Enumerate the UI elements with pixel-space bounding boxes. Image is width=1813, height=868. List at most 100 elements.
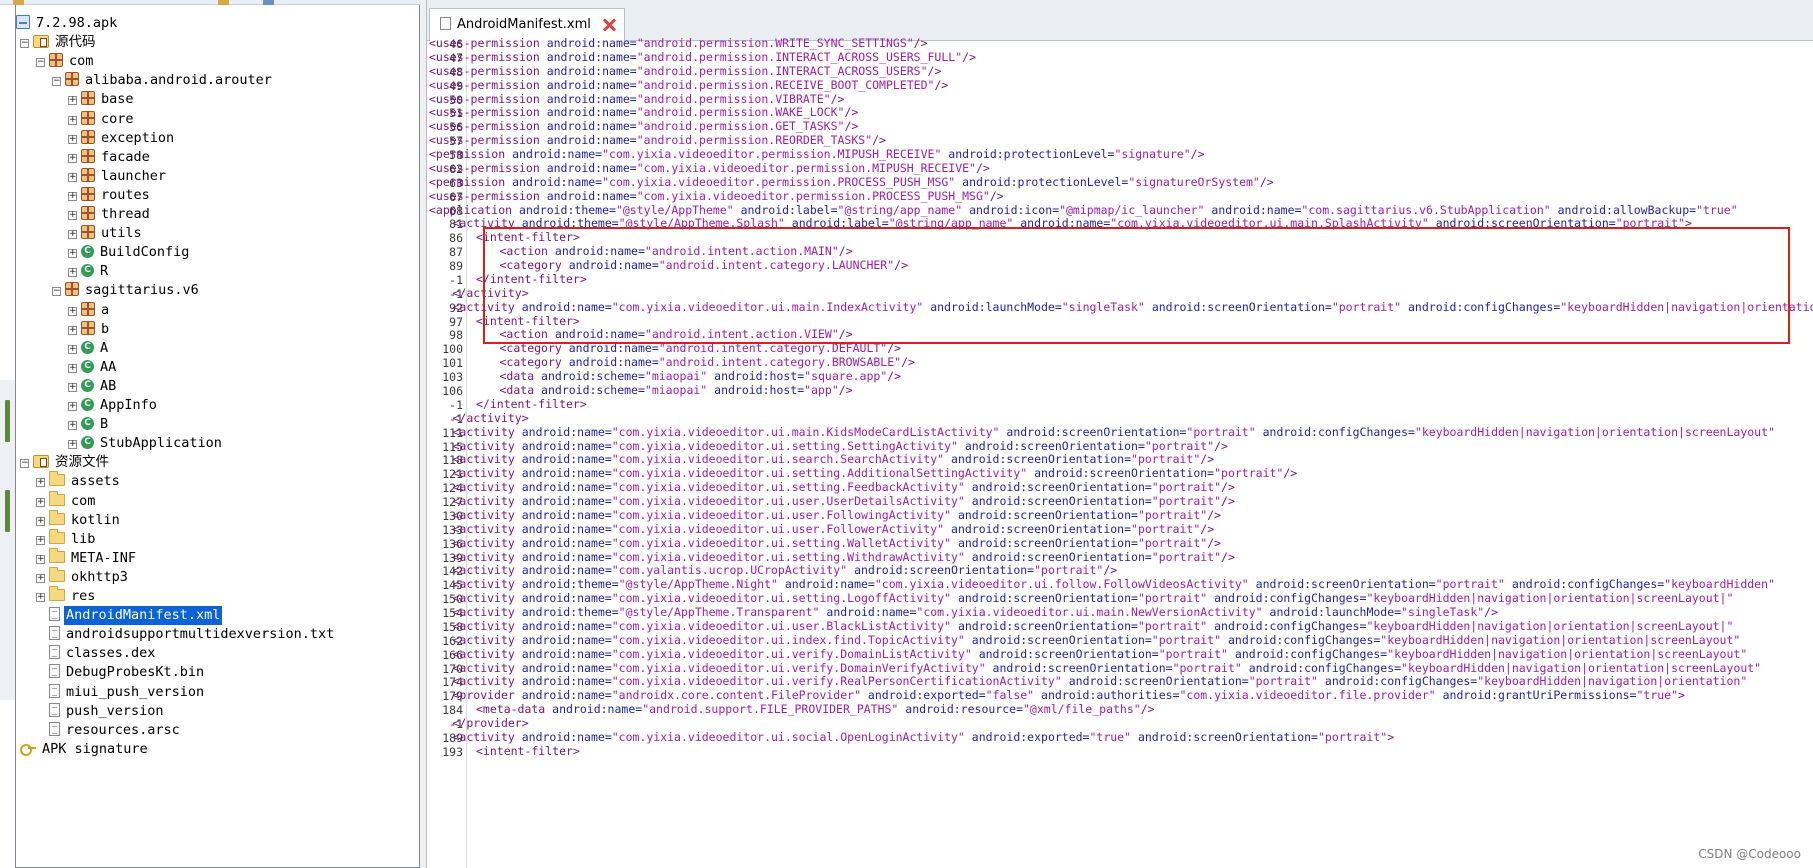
expand-icon[interactable]: +: [36, 478, 45, 488]
tree-node-base[interactable]: + base: [68, 90, 136, 109]
tree-class-appinfo[interactable]: + AppInfo: [68, 396, 159, 415]
expand-icon[interactable]: +: [68, 153, 77, 163]
tree-node-routes[interactable]: + routes: [68, 186, 152, 205]
tree-class-a[interactable]: +A: [68, 339, 110, 358]
expand-icon[interactable]: +: [68, 134, 77, 144]
tree-node-thread[interactable]: + thread: [68, 205, 152, 224]
xml-attribute: android:configChanges=: [1317, 674, 1478, 689]
tree-node-pkg-a[interactable]: + a: [68, 301, 111, 320]
tree-node-com[interactable]: − com: [36, 52, 95, 71]
tree-folder-lib[interactable]: + lib: [36, 528, 97, 549]
package-icon: [81, 167, 95, 182]
xml-attribute: android:name=: [514, 591, 612, 606]
expand-icon[interactable]: +: [68, 344, 77, 354]
tree-file-miui-push-version[interactable]: miui_push_version: [36, 683, 206, 702]
collapse-icon[interactable]: −: [20, 459, 29, 469]
collapse-icon[interactable]: −: [20, 39, 29, 49]
xml-attribute: android:host=: [707, 369, 805, 384]
package-icon: [81, 129, 95, 144]
expand-icon[interactable]: +: [68, 115, 77, 125]
expand-icon[interactable]: +: [36, 573, 45, 583]
tree-file-classes-dex[interactable]: classes.dex: [36, 644, 157, 663]
expand-icon[interactable]: +: [36, 516, 45, 526]
file-icon: [440, 17, 451, 30]
expand-icon[interactable]: +: [68, 382, 77, 392]
tree-node-apk-signature[interactable]: APK signature: [20, 740, 150, 759]
tree-node-facade[interactable]: + facade: [68, 148, 152, 167]
tree-node-launcher[interactable]: + launcher: [68, 167, 168, 186]
tree-folder-kotlin[interactable]: + kotlin: [36, 509, 122, 530]
expand-icon[interactable]: +: [68, 325, 77, 335]
xml-tag: />: [844, 119, 859, 134]
package-icon: [81, 225, 95, 240]
expand-icon[interactable]: +: [36, 593, 45, 602]
tree-label: res: [71, 588, 96, 604]
tree-label: miui_push_version: [66, 683, 205, 700]
tree-node-pkg-b[interactable]: + b: [68, 320, 111, 339]
expand-icon[interactable]: +: [68, 363, 77, 373]
expand-icon[interactable]: +: [36, 554, 45, 564]
tree-file-androidmanifest-xml[interactable]: AndroidManifest.xml: [36, 605, 224, 627]
collapse-icon[interactable]: −: [52, 287, 61, 297]
tree-node-exception[interactable]: + exception: [68, 129, 176, 148]
expand-icon[interactable]: +: [36, 535, 45, 545]
folder-icon: [49, 509, 65, 525]
tree-file-resources-arsc[interactable]: resources.arsc: [36, 721, 182, 740]
tree-class-r[interactable]: +R: [68, 262, 110, 281]
tree-class-ab[interactable]: + AB: [68, 377, 118, 396]
expand-icon[interactable]: +: [68, 268, 77, 278]
collapse-icon[interactable]: −: [36, 58, 45, 68]
tree-node-source-code[interactable]: − 源代码: [20, 33, 98, 52]
xml-tag: <activity: [452, 507, 515, 522]
tree-file-androidsupportmultidexversion-txt[interactable]: androidsupportmultidexversion.txt: [36, 625, 336, 644]
xml-attribute: android:screenOrientation=: [1027, 466, 1215, 481]
folder-icon: [49, 528, 65, 544]
expand-icon[interactable]: +: [68, 191, 77, 201]
tree-node-utils[interactable]: + utils: [68, 224, 144, 243]
tree-label: assets: [71, 473, 120, 490]
expand-icon[interactable]: +: [68, 421, 77, 431]
xml-attribute: android:host=: [707, 383, 805, 397]
xml-tag: />: [1283, 466, 1298, 481]
tree-node-arouter[interactable]: − alibaba.android.arouter: [52, 71, 274, 90]
expand-icon[interactable]: +: [68, 96, 77, 106]
xml-attribute: android:grantUriPermissions=: [1435, 688, 1637, 703]
close-icon[interactable]: [602, 18, 616, 32]
expand-icon[interactable]: +: [36, 497, 45, 507]
expand-icon[interactable]: +: [68, 249, 77, 259]
class-icon: [81, 340, 94, 354]
expand-icon[interactable]: +: [68, 172, 77, 182]
tree-root-apk[interactable]: 7.2.98.apk: [16, 14, 119, 33]
tree-folder-assets[interactable]: + assets: [36, 471, 122, 491]
expand-icon[interactable]: +: [68, 230, 77, 240]
expand-icon[interactable]: +: [68, 402, 77, 411]
tree-file-debugprobeskt-bin[interactable]: DebugProbesKt.bin: [36, 663, 206, 682]
leaf-connector-icon: [36, 609, 45, 618]
tree-class-stubapplication[interactable]: + StubApplication: [68, 434, 224, 453]
tree-folder-res[interactable]: + res: [36, 586, 97, 606]
tree-label: A: [100, 339, 109, 356]
tree-class-aa[interactable]: + AA: [68, 358, 118, 377]
tree-class-b[interactable]: +B: [68, 415, 110, 434]
tree-class-buildconfig[interactable]: + BuildConfig: [68, 243, 191, 262]
tree-folder-com[interactable]: + com: [36, 490, 97, 511]
collapse-icon[interactable]: −: [52, 77, 61, 87]
tree-node-core[interactable]: + core: [68, 110, 136, 129]
file-tree[interactable]: 7.2.98.apk − 源代码 − com − alibaba.android.arout…: [15, 5, 420, 868]
xml-tag: />: [1214, 438, 1228, 453]
package-icon: [81, 110, 95, 125]
xml-value: "com.yixia.videoeditor.ui.setting.Withdr…: [611, 549, 965, 564]
xml-value: "portrait": [1214, 466, 1284, 481]
class-icon: [81, 417, 94, 431]
expand-icon[interactable]: +: [68, 306, 77, 316]
xml-tag: <activity: [452, 591, 515, 606]
expand-icon[interactable]: +: [68, 211, 77, 220]
tree-label: 资源文件: [55, 454, 109, 471]
tree-node-resources[interactable]: − 资源文件: [20, 453, 111, 472]
tree-folder-okhttp3[interactable]: + okhttp3: [36, 566, 130, 587]
expand-icon[interactable]: +: [68, 440, 77, 450]
tree-node-sagittarius[interactable]: − sagittarius.v6: [52, 281, 201, 300]
tree-file-push-version[interactable]: push_version: [36, 702, 166, 721]
tree-folder-meta-inf[interactable]: + META-INF: [36, 547, 138, 568]
tree-label: AB: [100, 377, 117, 394]
